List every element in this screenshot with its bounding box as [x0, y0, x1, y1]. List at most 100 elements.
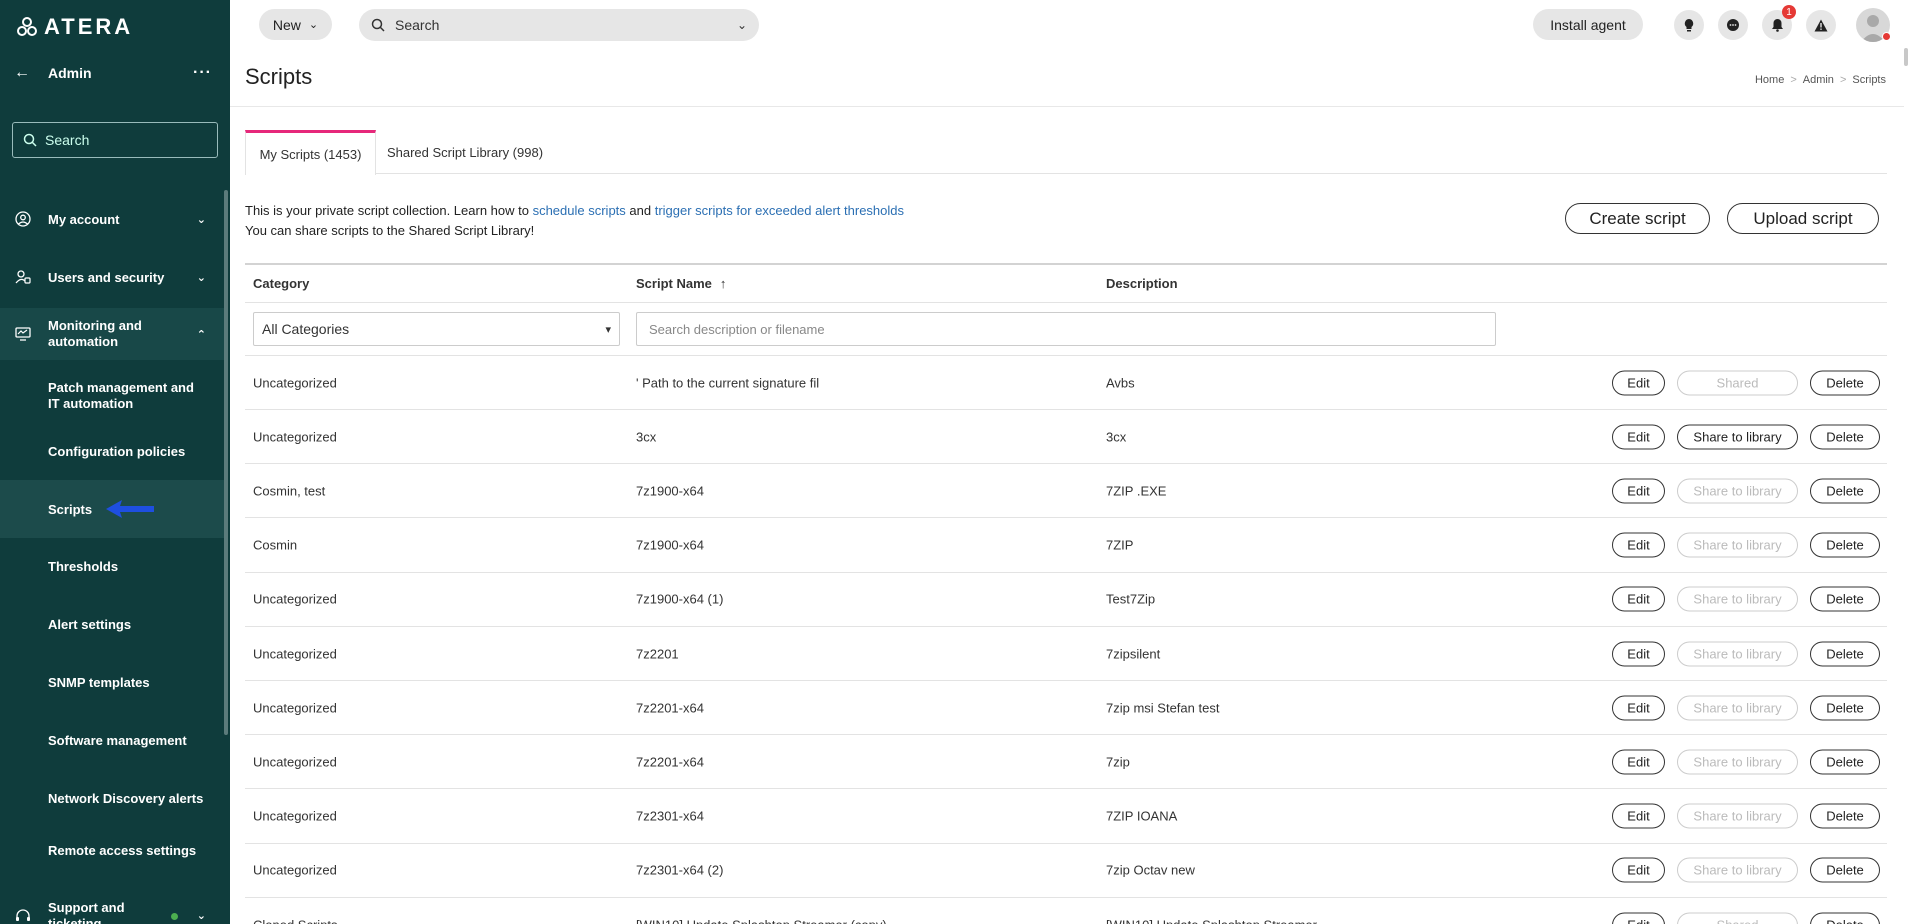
row-script-name: 7z1900-x64 (1): [636, 591, 724, 607]
chevron-down-icon[interactable]: ⌄: [737, 18, 747, 32]
tab-shared-script-library[interactable]: Shared Script Library (998): [376, 130, 554, 174]
edit-button[interactable]: Edit: [1612, 749, 1665, 775]
edit-button[interactable]: Edit: [1612, 641, 1665, 666]
sort-ascending-icon[interactable]: ↑: [720, 276, 727, 291]
create-script-button[interactable]: Create script: [1565, 203, 1710, 234]
share-to-library-button[interactable]: Share to library: [1677, 424, 1798, 450]
column-header-description[interactable]: Description: [1106, 276, 1178, 291]
sidebar-item-users-security[interactable]: Users and security ⌄: [0, 264, 224, 290]
sidebar-item-snmp-templates[interactable]: SNMP templates: [0, 668, 224, 696]
sidebar-item-remote-access-settings[interactable]: Remote access settings: [0, 836, 224, 864]
lightbulb-icon[interactable]: [1674, 10, 1704, 40]
share-to-library-button[interactable]: Share to library: [1677, 695, 1798, 721]
logo-text: ATERA: [44, 14, 134, 39]
row-description: Avbs: [1106, 375, 1135, 390]
share-to-library-button[interactable]: Share to library: [1677, 532, 1798, 558]
delete-button[interactable]: Delete: [1810, 749, 1880, 775]
delete-button[interactable]: Delete: [1810, 912, 1880, 924]
alert-warning-icon[interactable]: [1806, 10, 1836, 40]
sidebar-item-support-ticketing[interactable]: Support and ticketing ⌄: [0, 894, 224, 924]
column-header-category[interactable]: Category: [253, 276, 309, 291]
sidebar-item-configuration-policies[interactable]: Configuration policies: [0, 437, 224, 465]
delete-button[interactable]: Delete: [1810, 641, 1880, 666]
delete-button[interactable]: Delete: [1810, 370, 1880, 395]
sidebar-scrollbar[interactable]: [224, 190, 228, 735]
column-header-label: Script Name: [636, 276, 712, 291]
page-scrollbar[interactable]: [1904, 48, 1908, 66]
delete-button[interactable]: Delete: [1810, 586, 1880, 612]
sidebar: ATERA ← Admin ··· Search My account ⌄ Us…: [0, 0, 230, 924]
search-icon: [23, 133, 37, 147]
install-agent-label: Install agent: [1550, 16, 1626, 33]
top-bar: New ⌄ Search ⌄ Install agent 1: [230, 0, 1912, 50]
delete-button[interactable]: Delete: [1810, 803, 1880, 829]
row-category: Uncategorized: [253, 375, 337, 390]
tab-bar: My Scripts (1453) Shared Script Library …: [245, 130, 1887, 175]
share-to-library-button[interactable]: Share to library: [1677, 478, 1798, 504]
column-header-script-name[interactable]: Script Name ↑: [636, 276, 726, 291]
delete-button[interactable]: Delete: [1810, 695, 1880, 721]
edit-button[interactable]: Edit: [1612, 912, 1665, 924]
headset-icon: [14, 907, 32, 924]
upload-script-button[interactable]: Upload script: [1727, 203, 1879, 234]
share-to-library-button[interactable]: Share to library: [1677, 641, 1798, 666]
sidebar-search-input[interactable]: Search: [12, 122, 218, 158]
edit-button[interactable]: Edit: [1612, 424, 1665, 450]
schedule-scripts-link[interactable]: schedule scripts: [533, 203, 626, 218]
delete-button[interactable]: Delete: [1810, 424, 1880, 450]
trigger-scripts-link[interactable]: trigger scripts for exceeded alert thres…: [655, 203, 904, 218]
table-row: Cosmin 7z1900-x64 7ZIP Edit Share to library…: [245, 519, 1887, 573]
more-options-icon[interactable]: ···: [193, 64, 212, 82]
tab-my-scripts[interactable]: My Scripts (1453): [245, 130, 376, 175]
row-category: Cloned Scripts: [253, 917, 338, 924]
share-to-library-button[interactable]: Share to library: [1677, 803, 1798, 829]
breadcrumb-admin[interactable]: Admin: [1803, 74, 1834, 86]
share-to-library-button[interactable]: Share to library: [1677, 857, 1798, 883]
new-button[interactable]: New ⌄: [259, 9, 332, 40]
edit-button[interactable]: Edit: [1612, 695, 1665, 721]
row-description: 7zip msi Stefan test: [1106, 700, 1220, 716]
row-script-name: ' Path to the current signature fil: [636, 375, 820, 390]
table-row: Uncategorized 7z2301-x64 (2) 7zip Octav ne…: [245, 844, 1887, 898]
shared-button[interactable]: Shared: [1677, 370, 1798, 395]
sidebar-item-network-discovery-alerts[interactable]: Network Discovery alerts: [0, 784, 224, 812]
delete-button[interactable]: Delete: [1810, 532, 1880, 558]
description-search-input[interactable]: Search description or filename: [636, 312, 1496, 346]
share-to-library-button[interactable]: Share to library: [1677, 749, 1798, 775]
divider: [245, 302, 1887, 303]
notifications-bell-icon[interactable]: 1: [1762, 5, 1796, 40]
global-search-input[interactable]: Search ⌄: [359, 9, 759, 41]
edit-button[interactable]: Edit: [1612, 803, 1665, 829]
intro-text-line2: You can share scripts to the Shared Scri…: [245, 223, 535, 238]
atera-logo[interactable]: ATERA: [16, 14, 133, 40]
row-category: Uncategorized: [253, 646, 337, 661]
sidebar-item-alert-settings[interactable]: Alert settings: [0, 610, 224, 638]
intro-text: This is your private script collection. …: [245, 201, 904, 241]
sidebar-item-label: Support and ticketing: [48, 900, 125, 924]
edit-button[interactable]: Edit: [1612, 370, 1665, 395]
edit-button[interactable]: Edit: [1612, 857, 1665, 883]
sidebar-item-my-account[interactable]: My account ⌄: [0, 206, 224, 232]
sidebar-item-monitoring-automation[interactable]: Monitoring and automation ⌃: [0, 308, 224, 360]
avatar-status-dot: [1882, 32, 1891, 41]
share-to-library-button[interactable]: Share to library: [1677, 586, 1798, 612]
sidebar-item-label: Patch management and IT automation: [48, 380, 194, 411]
edit-button[interactable]: Edit: [1612, 586, 1665, 612]
sidebar-search-placeholder: Search: [45, 132, 90, 148]
sidebar-item-thresholds[interactable]: Thresholds: [0, 552, 224, 580]
shared-button[interactable]: Shared: [1677, 912, 1798, 924]
delete-button[interactable]: Delete: [1810, 857, 1880, 883]
row-description: 3cx: [1106, 429, 1127, 445]
sidebar-item-patch-management[interactable]: Patch management and IT automation: [0, 372, 224, 420]
online-status-dot: [171, 912, 178, 920]
back-arrow-icon[interactable]: ←: [14, 64, 30, 82]
description-search-placeholder: Search description or filename: [649, 321, 825, 337]
install-agent-button[interactable]: Install agent: [1533, 9, 1643, 40]
edit-button[interactable]: Edit: [1612, 532, 1665, 558]
sidebar-item-software-management[interactable]: Software management: [0, 726, 224, 754]
delete-button[interactable]: Delete: [1810, 478, 1880, 504]
chat-icon[interactable]: [1718, 10, 1748, 40]
edit-button[interactable]: Edit: [1612, 478, 1665, 504]
category-filter-select[interactable]: All Categories ▾: [253, 312, 620, 346]
breadcrumb-home[interactable]: Home: [1755, 74, 1784, 86]
